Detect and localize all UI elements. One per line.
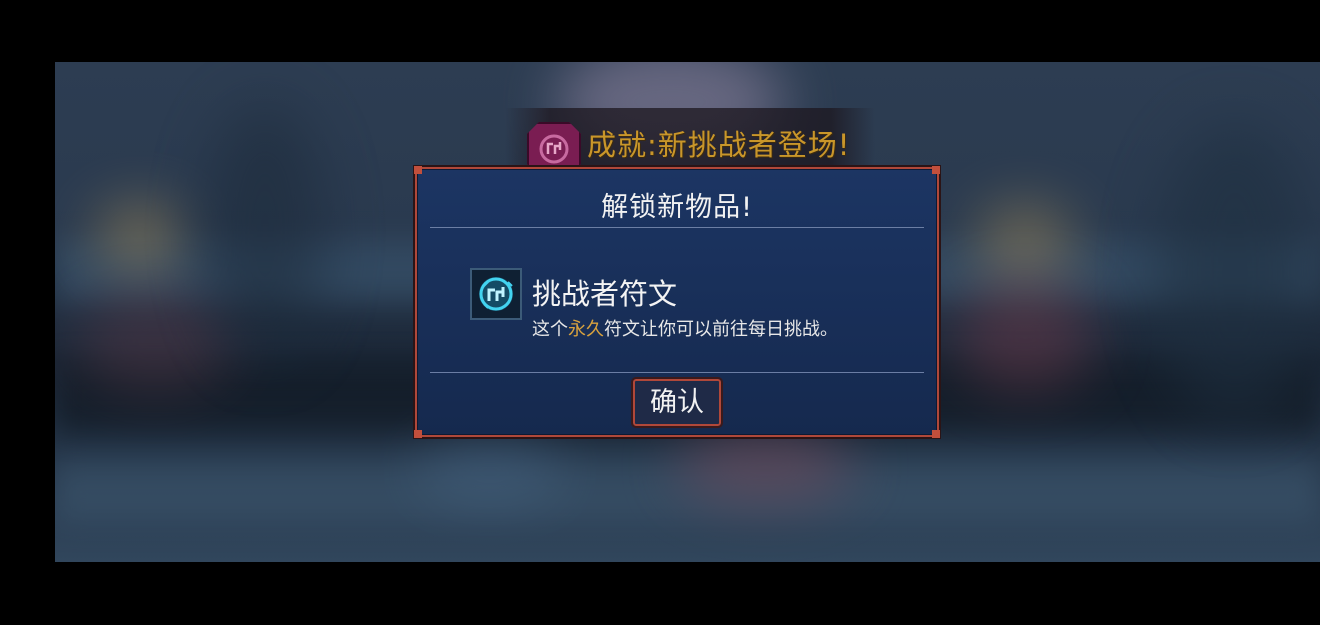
dialog-title: 解锁新物品!	[601, 192, 753, 223]
divider	[430, 372, 924, 373]
corner-ornament	[932, 166, 940, 174]
desc-highlight: 永久	[568, 319, 604, 340]
item-description: 这个永久符文让你可以前往每日挑战。	[532, 315, 838, 341]
desc-text: 符文让你可以前往每日挑战。	[604, 319, 838, 340]
divider	[430, 227, 924, 228]
confirm-button[interactable]: 确认	[631, 377, 723, 428]
game-screen: 成就:新挑战者登场! 解锁新物品! 挑战者符文 这个永久符文让你可以前往每日挑战…	[0, 0, 1320, 625]
achievement-text: 成就:新挑战者登场!	[587, 128, 851, 162]
corner-ornament	[932, 430, 940, 438]
corner-ornament	[414, 166, 422, 174]
unlock-dialog: 解锁新物品! 挑战者符文 这个永久符文让你可以前往每日挑战。 确认	[414, 166, 940, 438]
achievement-banner: 成就:新挑战者登场!	[505, 108, 875, 176]
item-name: 挑战者符文	[532, 277, 678, 311]
desc-text: 这个	[532, 319, 568, 340]
challenger-rune-icon	[470, 268, 522, 320]
corner-ornament	[414, 430, 422, 438]
